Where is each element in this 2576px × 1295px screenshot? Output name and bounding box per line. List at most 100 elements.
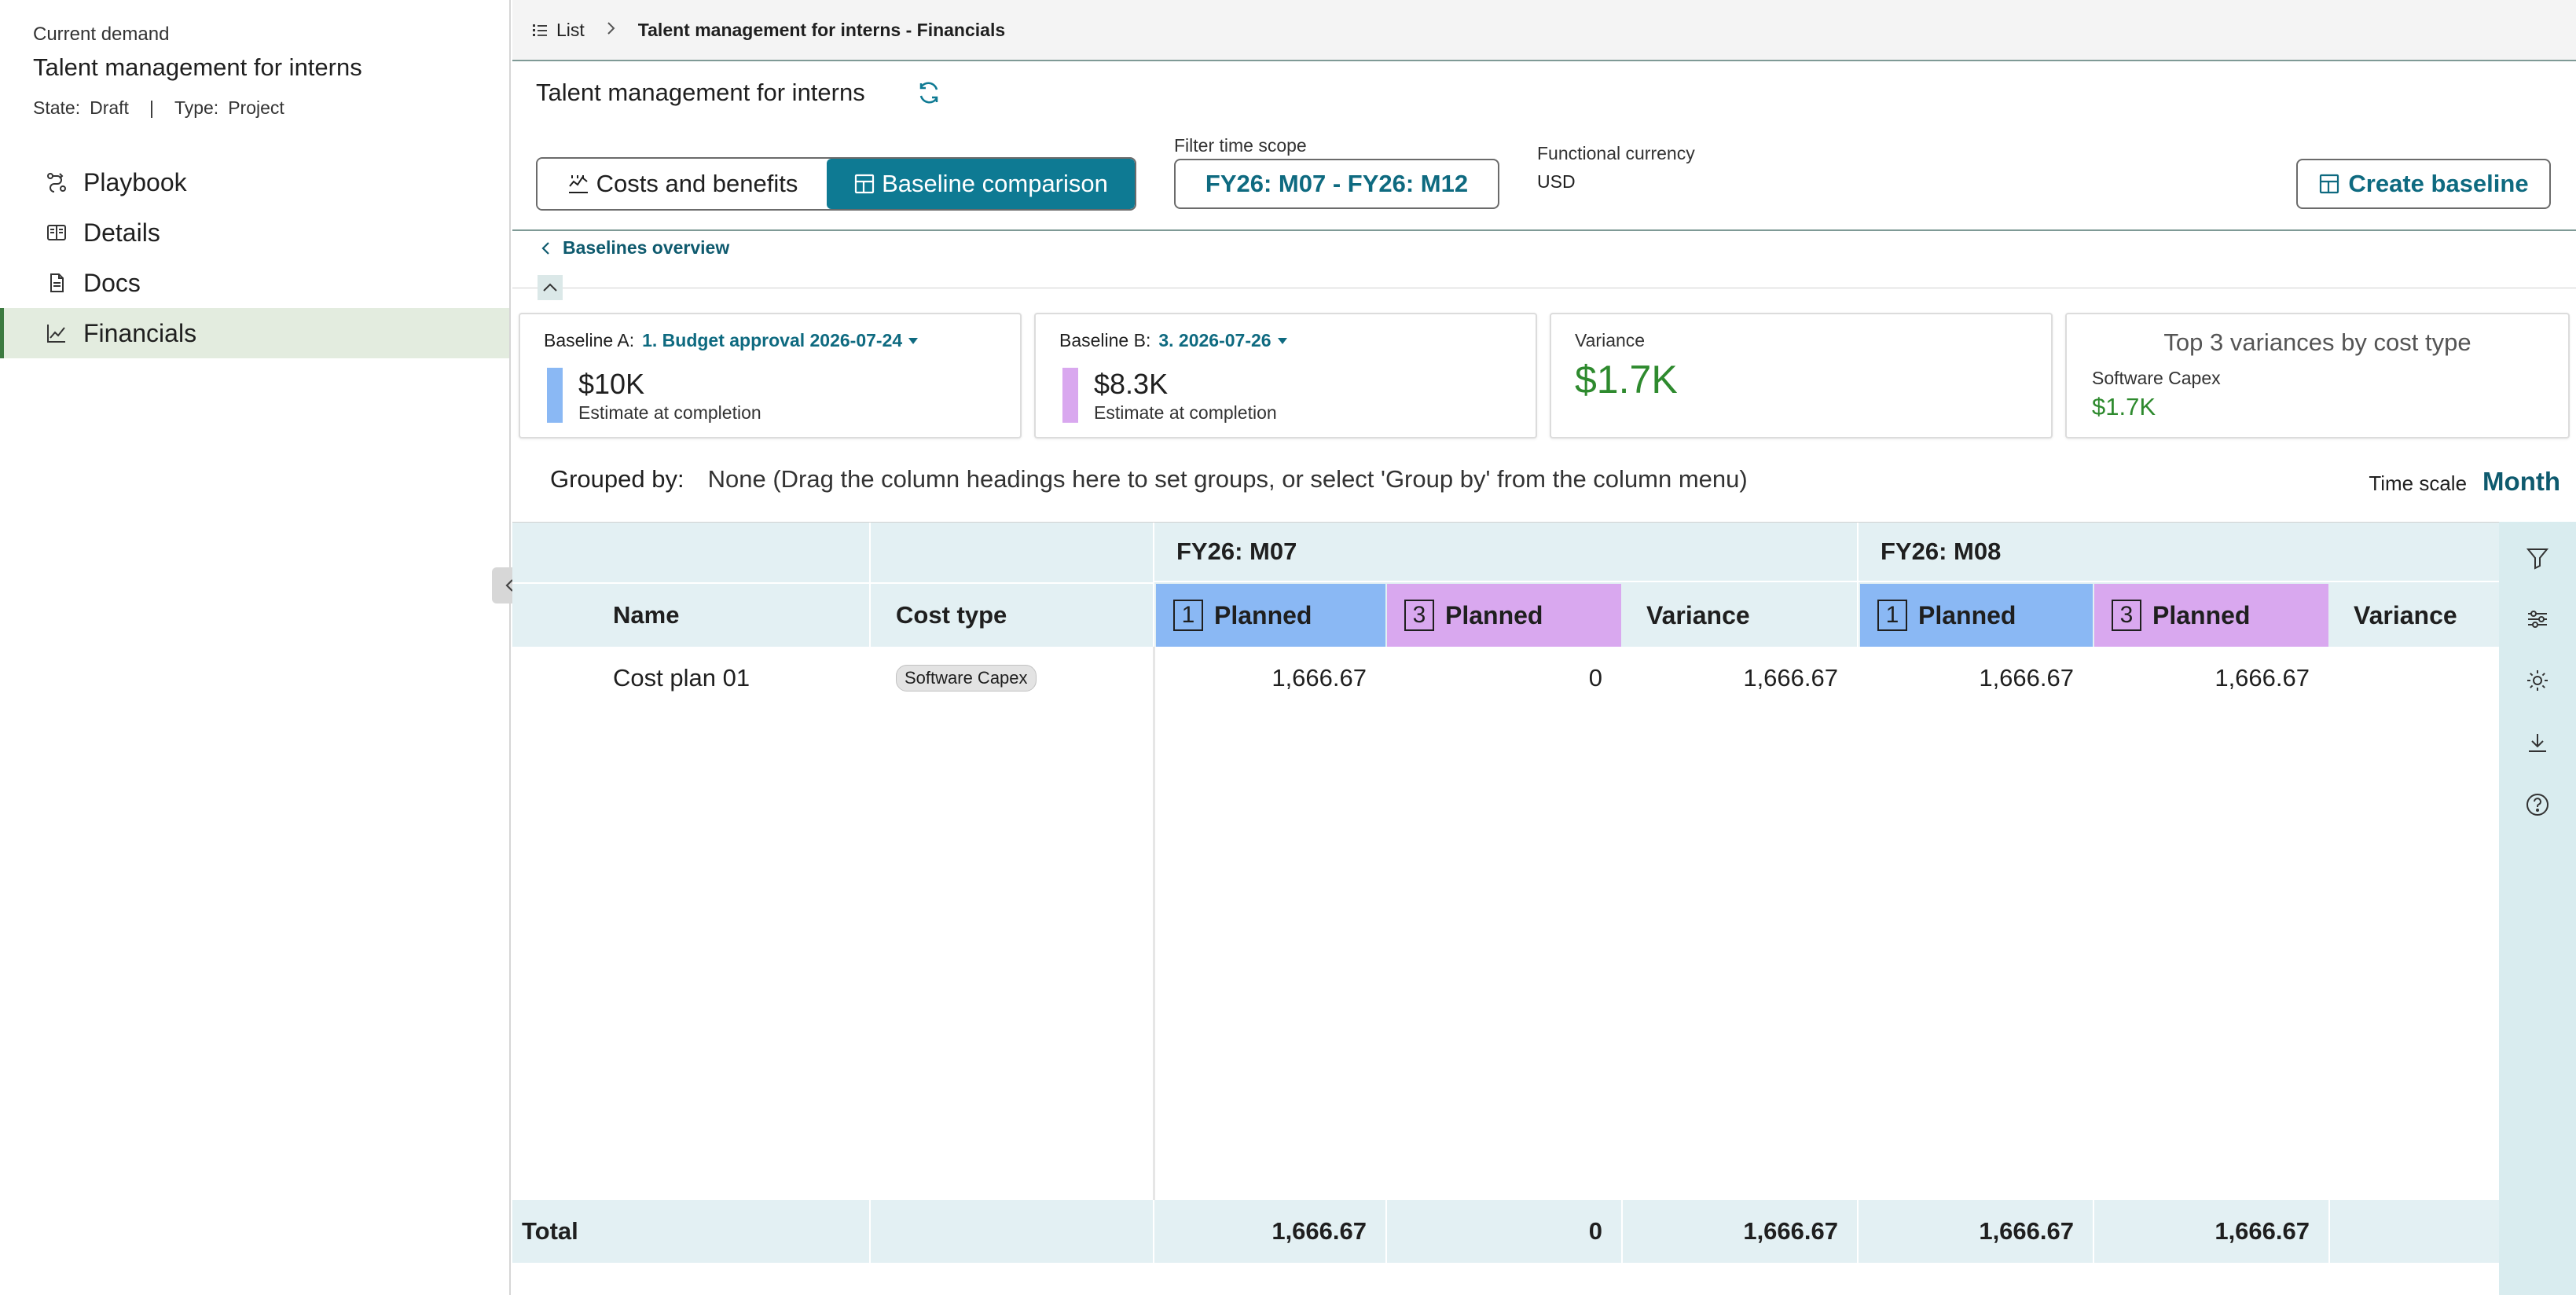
column-header-variance[interactable]: Variance — [2330, 584, 2499, 647]
breadcrumb: List Talent management for interns - Fin… — [512, 0, 2576, 61]
header-divider — [869, 523, 871, 647]
list-icon — [533, 24, 547, 36]
column-header-baseline-b-planned[interactable]: 3 Planned — [2094, 584, 2328, 647]
create-baseline-label: Create baseline — [2348, 170, 2529, 197]
baseline-a-value: 1. Budget approval 2026-07-24 — [642, 330, 903, 350]
total-value: 1,666.67 — [1743, 1217, 1838, 1245]
cell-value: 1,666.67 — [1743, 664, 1838, 692]
time-scale: Time scale Month — [2369, 467, 2560, 497]
create-baseline-button[interactable]: Create baseline — [2296, 159, 2551, 209]
demand-meta: State: Draft | Type: Project — [33, 97, 284, 119]
column-header-cost-type[interactable]: Cost type — [896, 584, 1007, 647]
cost-type-chip: Software Capex — [896, 665, 1037, 692]
total-label: Total — [522, 1217, 578, 1245]
total-value: 1,666.67 — [1979, 1217, 2074, 1245]
caret-down-icon — [1277, 337, 1287, 344]
baseline-number-badge: 1 — [1877, 600, 1907, 631]
grouped-by-label: Grouped by: — [550, 465, 684, 493]
header-divider — [1857, 523, 1859, 647]
sliders-icon[interactable] — [2525, 607, 2550, 632]
pinned-column-divider — [1153, 647, 1155, 1233]
group-by-panel[interactable]: Grouped by: None (Drag the column headin… — [550, 465, 1748, 493]
filter-time-scope-button[interactable]: FY26: M07 - FY26: M12 — [1174, 159, 1499, 209]
help-icon[interactable] — [2525, 792, 2550, 817]
top-variances-card: Top 3 variances by cost type Software Ca… — [2065, 313, 2570, 438]
column-header-baseline-b-planned[interactable]: 3 Planned — [1387, 584, 1621, 647]
baseline-b-card: Baseline B: 3. 2026-07-26 $8.3K Estimate… — [1034, 313, 1537, 438]
sidebar-item-financials[interactable]: Financials — [0, 308, 509, 358]
tab-baseline-comparison[interactable]: Baseline comparison — [827, 159, 1135, 209]
functional-currency-value: USD — [1537, 171, 1576, 192]
month-header: FY26: M08 — [1859, 523, 2499, 582]
baseline-a-select[interactable]: 1. Budget approval 2026-07-24 — [642, 330, 919, 351]
baseline-a-amount: $10K — [578, 368, 645, 400]
grid-tool-rail — [2499, 522, 2576, 1295]
tab-label: Baseline comparison — [882, 170, 1108, 197]
costs-chart-icon — [568, 175, 588, 193]
cell-name: Cost plan 01 — [613, 664, 750, 692]
document-icon — [44, 270, 69, 295]
header-divider — [512, 229, 2576, 231]
baseline-b-subtitle: Estimate at completion — [1094, 402, 1277, 423]
financials-grid: Name Cost type FY26: M07 1 Planned 3 Pla… — [512, 522, 2499, 1295]
baselines-overview-link[interactable]: Baselines overview — [541, 237, 729, 259]
total-value: 0 — [1588, 1217, 1602, 1245]
month-header: FY26: M07 — [1154, 523, 1859, 582]
sidebar-item-details[interactable]: Details — [0, 207, 509, 258]
type-label: Type: — [174, 97, 219, 118]
refresh-icon[interactable] — [915, 79, 943, 107]
breadcrumb-list-link[interactable]: List — [531, 20, 585, 41]
cell-value: 1,666.67 — [2215, 664, 2310, 692]
variance-value: $1.7K — [1575, 358, 1678, 402]
collapse-cards-button[interactable] — [538, 275, 563, 300]
variance-label: Variance — [1575, 330, 1646, 350]
column-header-label: Planned — [1445, 600, 1543, 629]
view-toggle: Costs and benefits Baseline comparison — [536, 157, 1136, 211]
time-scale-label: Time scale — [2369, 471, 2468, 495]
type-value: Project — [228, 97, 284, 118]
column-header-name[interactable]: Name — [613, 584, 679, 647]
total-divider — [1153, 1200, 1154, 1263]
sidebar-item-docs[interactable]: Docs — [0, 258, 509, 308]
sidebar: Current demand Talent management for int… — [0, 0, 511, 1295]
column-header-label: Planned — [2152, 600, 2251, 629]
column-header-baseline-a-planned[interactable]: 1 Planned — [1156, 584, 1385, 647]
cell-value: 0 — [1588, 664, 1602, 692]
total-value: 1,666.67 — [2215, 1217, 2310, 1245]
cell-cost-type: Software Capex — [896, 647, 1147, 710]
sidebar-item-playbook[interactable]: Playbook — [0, 157, 509, 207]
caret-down-icon — [908, 337, 919, 344]
baseline-number-badge: 3 — [2112, 600, 2141, 631]
variance-card: Variance $1.7K — [1550, 313, 2053, 438]
baseline-a-header: Baseline A: 1. Budget approval 2026-07-2… — [544, 330, 919, 351]
cell-value: 1,666.67 — [1979, 664, 2074, 692]
filter-time-scope-label: Filter time scope — [1174, 135, 1307, 156]
breadcrumb-current: Talent management for interns - Financia… — [637, 19, 1006, 40]
column-header-variance[interactable]: Variance — [1623, 584, 1857, 647]
tab-costs-and-benefits[interactable]: Costs and benefits — [538, 159, 827, 209]
top-variance-value: $1.7K — [2092, 393, 2156, 420]
baseline-number-badge: 1 — [1173, 600, 1203, 631]
download-icon[interactable] — [2525, 731, 2550, 756]
baseline-icon — [2320, 174, 2339, 194]
total-divider — [869, 1200, 871, 1263]
baseline-icon — [855, 174, 875, 194]
filter-icon[interactable] — [2525, 545, 2550, 570]
column-header-label: Planned — [1214, 600, 1312, 629]
sidebar-item-label: Financials — [83, 318, 197, 347]
context-label: Current demand — [33, 24, 170, 45]
baseline-a-color-bar — [547, 368, 563, 423]
baseline-number-badge: 3 — [1404, 600, 1434, 631]
baseline-b-select[interactable]: 3. 2026-07-26 — [1158, 330, 1288, 351]
gear-icon[interactable] — [2525, 668, 2550, 693]
functional-currency-label: Functional currency — [1537, 143, 1695, 163]
top-variances-title: Top 3 variances by cost type — [2163, 328, 2471, 356]
time-scale-select[interactable]: Month — [2482, 467, 2560, 497]
table-row[interactable]: Cost plan 01 Software Capex 1,666.67 0 1… — [512, 647, 2499, 710]
column-header-baseline-a-planned[interactable]: 1 Planned — [1860, 584, 2093, 647]
baseline-a-card: Baseline A: 1. Budget approval 2026-07-2… — [519, 313, 1022, 438]
total-value: 1,666.67 — [1271, 1217, 1367, 1245]
column-header-label: Planned — [1918, 600, 2016, 629]
meta-separator: | — [149, 97, 154, 118]
header-divider — [512, 582, 869, 584]
